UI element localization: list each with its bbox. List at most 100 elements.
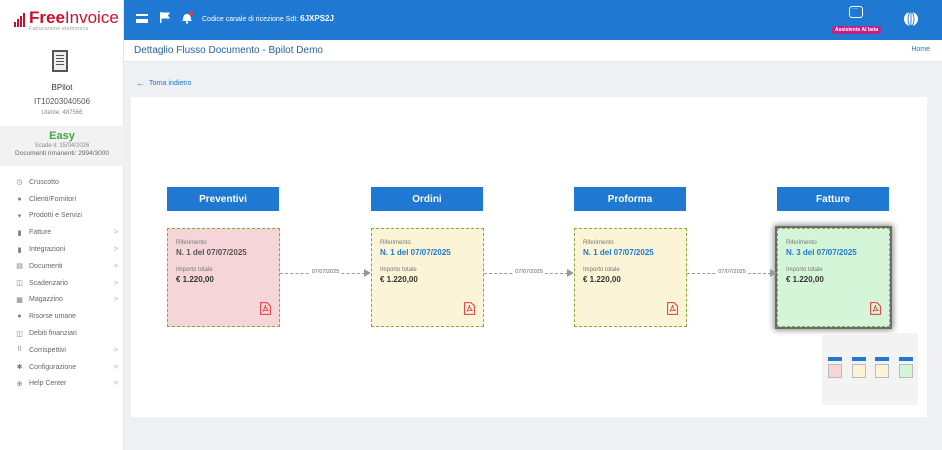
reference-label: Riferimento bbox=[786, 240, 817, 246]
sidebar-item-label: Scadenzario bbox=[29, 279, 68, 287]
freeinvoice-logo[interactable]: FreeInvoice Fatturazione elettronica bbox=[14, 9, 119, 33]
reference-value: N. 1 del 07/07/2025 bbox=[583, 248, 654, 257]
chevron-right-icon: > bbox=[113, 363, 118, 371]
amount-label: Importo totale bbox=[380, 267, 417, 273]
sidebar-item-documenti[interactable]: ▤ Documenti > bbox=[0, 258, 124, 275]
notification-bell-icon[interactable] bbox=[180, 11, 194, 24]
reference-label: Riferimento bbox=[176, 240, 207, 246]
arrow-left-icon: ← bbox=[136, 78, 145, 88]
sidebar-item-configurazione[interactable]: ✱ Configurazione > bbox=[0, 359, 124, 376]
minimap-node bbox=[852, 357, 866, 378]
sidebar-item-scadenzario[interactable]: ◫ Scadenzario > bbox=[0, 275, 124, 292]
reference-value: N. 1 del 07/07/2025 bbox=[380, 248, 451, 257]
pdf-icon[interactable] bbox=[464, 302, 475, 315]
sidebar-item-cruscotto[interactable]: ◷ Cruscotto bbox=[0, 174, 124, 191]
amount-value: € 1.220,00 bbox=[176, 275, 214, 284]
sidebar-item-debiti-finanziari[interactable]: ◫ Debiti finanziari bbox=[0, 325, 124, 342]
arrow-right-icon bbox=[770, 269, 777, 277]
sidebar-item-label: Prodotti e Servizi bbox=[29, 212, 82, 220]
sidebar-item-risorse-umane[interactable]: ● Risorse umane bbox=[0, 308, 124, 325]
document-card-ordine[interactable]: Riferimento N. 1 del 07/07/2025 Importo … bbox=[371, 228, 484, 327]
minimap-node bbox=[828, 357, 842, 378]
flow-connector: 07/07/2025 bbox=[687, 266, 777, 280]
sdi-channel-label: Codice canale di ricezione SdI: bbox=[202, 16, 299, 23]
user-vat-number: IT10203040506 bbox=[33, 97, 91, 106]
sdi-channel-code: 6JXPS2J bbox=[300, 14, 334, 23]
chat-icon bbox=[849, 4, 863, 18]
brand-name-part1: Free bbox=[29, 8, 65, 27]
sidebar-item-magazzino[interactable]: ▦ Magazzino > bbox=[0, 292, 124, 309]
gear-icon: ✱ bbox=[16, 364, 23, 372]
sidebar-item-help-center[interactable]: ⊕ Help Center > bbox=[0, 376, 124, 393]
chevron-right-icon: > bbox=[113, 229, 118, 237]
chevron-right-icon: > bbox=[113, 346, 118, 354]
flow-minimap[interactable] bbox=[822, 333, 918, 405]
flow-connector: 07/07/2025 bbox=[280, 266, 371, 280]
amount-value: € 1.220,00 bbox=[786, 275, 824, 284]
breadcrumb-home-link[interactable]: Home bbox=[911, 46, 930, 53]
brand-tagline: Fatturazione elettronica bbox=[29, 26, 89, 32]
flag-icon[interactable] bbox=[159, 12, 171, 23]
sidebar-item-label: Debiti finanziari bbox=[29, 330, 77, 338]
pdf-icon[interactable] bbox=[667, 302, 678, 315]
reference-label: Riferimento bbox=[380, 240, 411, 246]
reference-label: Riferimento bbox=[583, 240, 614, 246]
sidebar-item-label: Configurazione bbox=[29, 363, 77, 371]
sidebar-item-label: Cruscotto bbox=[29, 178, 59, 186]
dashboard-icon: ◷ bbox=[16, 179, 23, 187]
chevron-right-icon: > bbox=[113, 296, 118, 304]
top-bar: Codice canale di ricezione SdI:6JXPS2J A… bbox=[124, 0, 942, 40]
document-card-preventivo[interactable]: Riferimento N. 1 del 07/07/2025 Importo … bbox=[167, 228, 280, 327]
pdf-icon[interactable] bbox=[870, 302, 881, 315]
sidebar-item-integrazioni[interactable]: ▮ Integrazioni > bbox=[0, 241, 124, 258]
plan-name: Easy bbox=[49, 130, 75, 142]
receipt-icon: ⌷ bbox=[17, 346, 22, 354]
sidebar-item-clienti-fornitori[interactable]: ● Clienti/Fornitori bbox=[0, 191, 124, 208]
arrow-right-icon bbox=[567, 269, 574, 277]
amount-label: Importo totale bbox=[786, 267, 823, 273]
connector-date: 07/07/2025 bbox=[513, 269, 545, 275]
amount-label: Importo totale bbox=[176, 267, 213, 273]
sidebar: FreeInvoice Fatturazione elettronica BPi… bbox=[0, 0, 124, 450]
sidebar-menu: ◷ Cruscotto ● Clienti/Fornitori ▾ Prodot… bbox=[0, 174, 124, 392]
sdi-channel-info: Codice canale di ricezione SdI: 6JXPS2J bbox=[202, 14, 334, 23]
chevron-right-icon: > bbox=[113, 279, 118, 287]
sidebar-item-label: Magazzino bbox=[29, 296, 63, 304]
hamburger-menu-icon[interactable] bbox=[136, 14, 148, 23]
chevron-right-icon: > bbox=[113, 246, 118, 254]
user-id: Utente: 487566 bbox=[41, 110, 83, 116]
plan-expiry: Scade il: 15/04/2026 bbox=[34, 143, 90, 149]
chevron-right-icon: > bbox=[113, 262, 118, 270]
brand-name-part2: Invoice bbox=[64, 8, 119, 27]
document-card-fattura[interactable]: Riferimento N. 3 del 07/07/2025 Importo … bbox=[777, 228, 890, 327]
ai-assistant-beta-label: beta bbox=[867, 27, 879, 33]
sidebar-item-label: Fatture bbox=[29, 229, 52, 237]
document-card-proforma[interactable]: Riferimento N. 1 del 07/07/2025 Importo … bbox=[574, 228, 687, 327]
reference-value: N. 3 del 07/07/2025 bbox=[786, 248, 857, 257]
chevron-right-icon: > bbox=[113, 380, 118, 388]
amount-value: € 1.220,00 bbox=[380, 275, 418, 284]
sidebar-item-prodotti-servizi[interactable]: ▾ Prodotti e Servizi bbox=[0, 208, 124, 225]
stage-header-fatture: Fatture bbox=[777, 187, 889, 211]
person-icon: ● bbox=[17, 195, 22, 203]
connector-date: 07/07/2025 bbox=[309, 269, 342, 275]
plan-docs-remaining: Documenti rimanenti: 2994/3000 bbox=[15, 150, 109, 157]
ai-assistant-label: Assistente AI bbox=[835, 27, 867, 33]
sidebar-item-corrispettivi[interactable]: ⌷ Corrispettivi > bbox=[0, 342, 124, 359]
sidebar-item-label: Documenti bbox=[29, 262, 63, 270]
sidebar-item-label: Corrispettivi bbox=[29, 346, 66, 354]
amount-label: Importo totale bbox=[583, 267, 620, 273]
pdf-icon[interactable] bbox=[260, 302, 271, 315]
amount-value: € 1.220,00 bbox=[583, 275, 621, 284]
globe-icon[interactable] bbox=[903, 11, 919, 27]
back-link-label: Torna indietro bbox=[149, 80, 192, 87]
sidebar-item-fatture[interactable]: ▮ Fatture > bbox=[0, 224, 124, 241]
connector-date: 07/07/2025 bbox=[716, 269, 748, 275]
reference-value: N. 1 del 07/07/2025 bbox=[176, 248, 247, 257]
sidebar-item-label: Clienti/Fornitori bbox=[29, 195, 77, 203]
documents-icon: ▤ bbox=[16, 263, 23, 271]
ai-assistant-button[interactable]: Assistente AI beta bbox=[832, 4, 882, 34]
back-link[interactable]: ← Torna indietro bbox=[136, 78, 192, 88]
minimap-node bbox=[899, 357, 913, 378]
file-icon: ▮ bbox=[17, 229, 22, 237]
